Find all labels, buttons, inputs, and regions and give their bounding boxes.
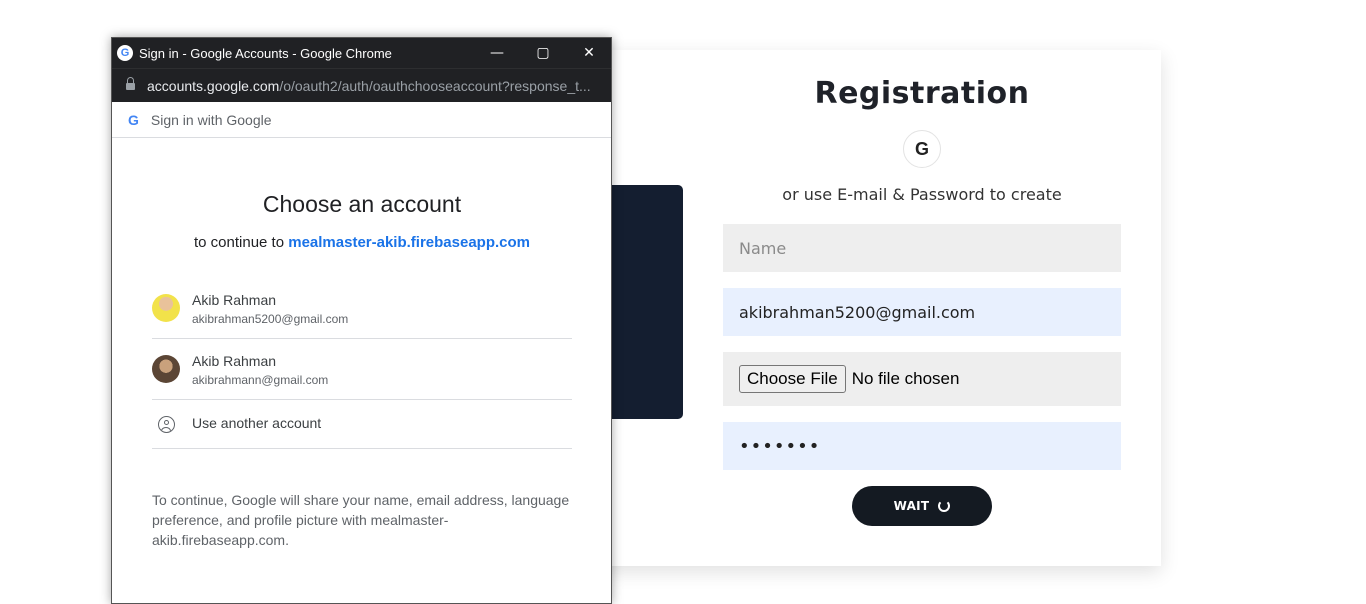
- url-host: accounts.google.com: [147, 77, 280, 94]
- use-another-account-label: Use another account: [192, 415, 322, 431]
- avatar: [152, 294, 180, 322]
- use-another-account-item[interactable]: Use another account: [152, 400, 572, 449]
- google-favicon-icon: G: [117, 45, 133, 61]
- file-status: No file chosen: [851, 369, 960, 388]
- submit-label: WAIT: [893, 499, 930, 513]
- password-input[interactable]: •••••••: [723, 422, 1121, 470]
- email-value: akibrahman5200@gmail.com: [739, 302, 976, 322]
- google-signin-popup: G Sign in - Google Accounts - Google Chr…: [111, 37, 612, 604]
- close-button[interactable]: ✕: [566, 38, 611, 68]
- avatar: [152, 355, 180, 383]
- spinner-icon: [938, 500, 951, 512]
- page: Registration G or use E-mail & Password …: [0, 0, 1366, 604]
- or-use-email-text: or use E-mail & Password to create: [782, 185, 1062, 204]
- window-controls: — ▢ ✕: [474, 38, 611, 68]
- window-title: Sign in - Google Accounts - Google Chrom…: [139, 45, 392, 61]
- sign-in-with-google-label: Sign in with Google: [150, 111, 272, 128]
- account-email: akibrahmann@gmail.com: [192, 373, 329, 387]
- account-circle-icon: [158, 416, 175, 433]
- window-titlebar: G Sign in - Google Accounts - Google Chr…: [112, 38, 611, 68]
- account-item[interactable]: Akib Rahman akibrahmann@gmail.com: [152, 339, 572, 400]
- password-value: •••••••: [739, 435, 821, 457]
- minimize-button[interactable]: —: [474, 38, 520, 68]
- choose-account-heading: Choose an account: [262, 191, 462, 217]
- choose-file-button[interactable]: Choose File: [739, 365, 846, 393]
- address-bar[interactable]: accounts.google.com/o/oauth2/auth/oauthc…: [112, 68, 611, 102]
- url-path: /o/oauth2/auth/oauthchooseaccount?respon…: [279, 77, 591, 94]
- submit-button[interactable]: WAIT: [852, 486, 992, 526]
- account-name: Akib Rahman: [192, 353, 277, 369]
- url-text[interactable]: accounts.google.com/o/oauth2/auth/oauthc…: [147, 78, 597, 94]
- maximize-button[interactable]: ▢: [520, 38, 566, 68]
- account-item[interactable]: Akib Rahman akibrahman5200@gmail.com: [152, 278, 572, 339]
- continue-to-text: to continue to mealmaster-akib.firebasea…: [112, 234, 611, 251]
- close-icon: ✕: [583, 45, 595, 61]
- registration-title: Registration: [814, 76, 1030, 111]
- consent-disclaimer: To continue, Google will share your name…: [152, 492, 570, 548]
- minimize-icon: —: [490, 45, 504, 61]
- account-email: akibrahman5200@gmail.com: [192, 312, 349, 326]
- continue-app-link[interactable]: mealmaster-akib.firebaseapp.com: [288, 234, 530, 251]
- name-placeholder: Name: [739, 238, 787, 258]
- email-input[interactable]: akibrahman5200@gmail.com: [723, 288, 1121, 336]
- sign-in-with-google-header: G Sign in with Google: [112, 102, 611, 138]
- google-signin-button[interactable]: G: [903, 130, 941, 168]
- maximize-icon: ▢: [536, 45, 550, 61]
- continue-prefix: to continue to: [193, 234, 285, 251]
- google-logo-icon: G: [128, 111, 139, 128]
- file-input[interactable]: Choose File No file chosen: [723, 352, 1121, 406]
- google-icon: G: [914, 138, 929, 159]
- account-name: Akib Rahman: [192, 292, 277, 308]
- lock-icon: [126, 76, 135, 91]
- name-input[interactable]: Name: [723, 224, 1121, 272]
